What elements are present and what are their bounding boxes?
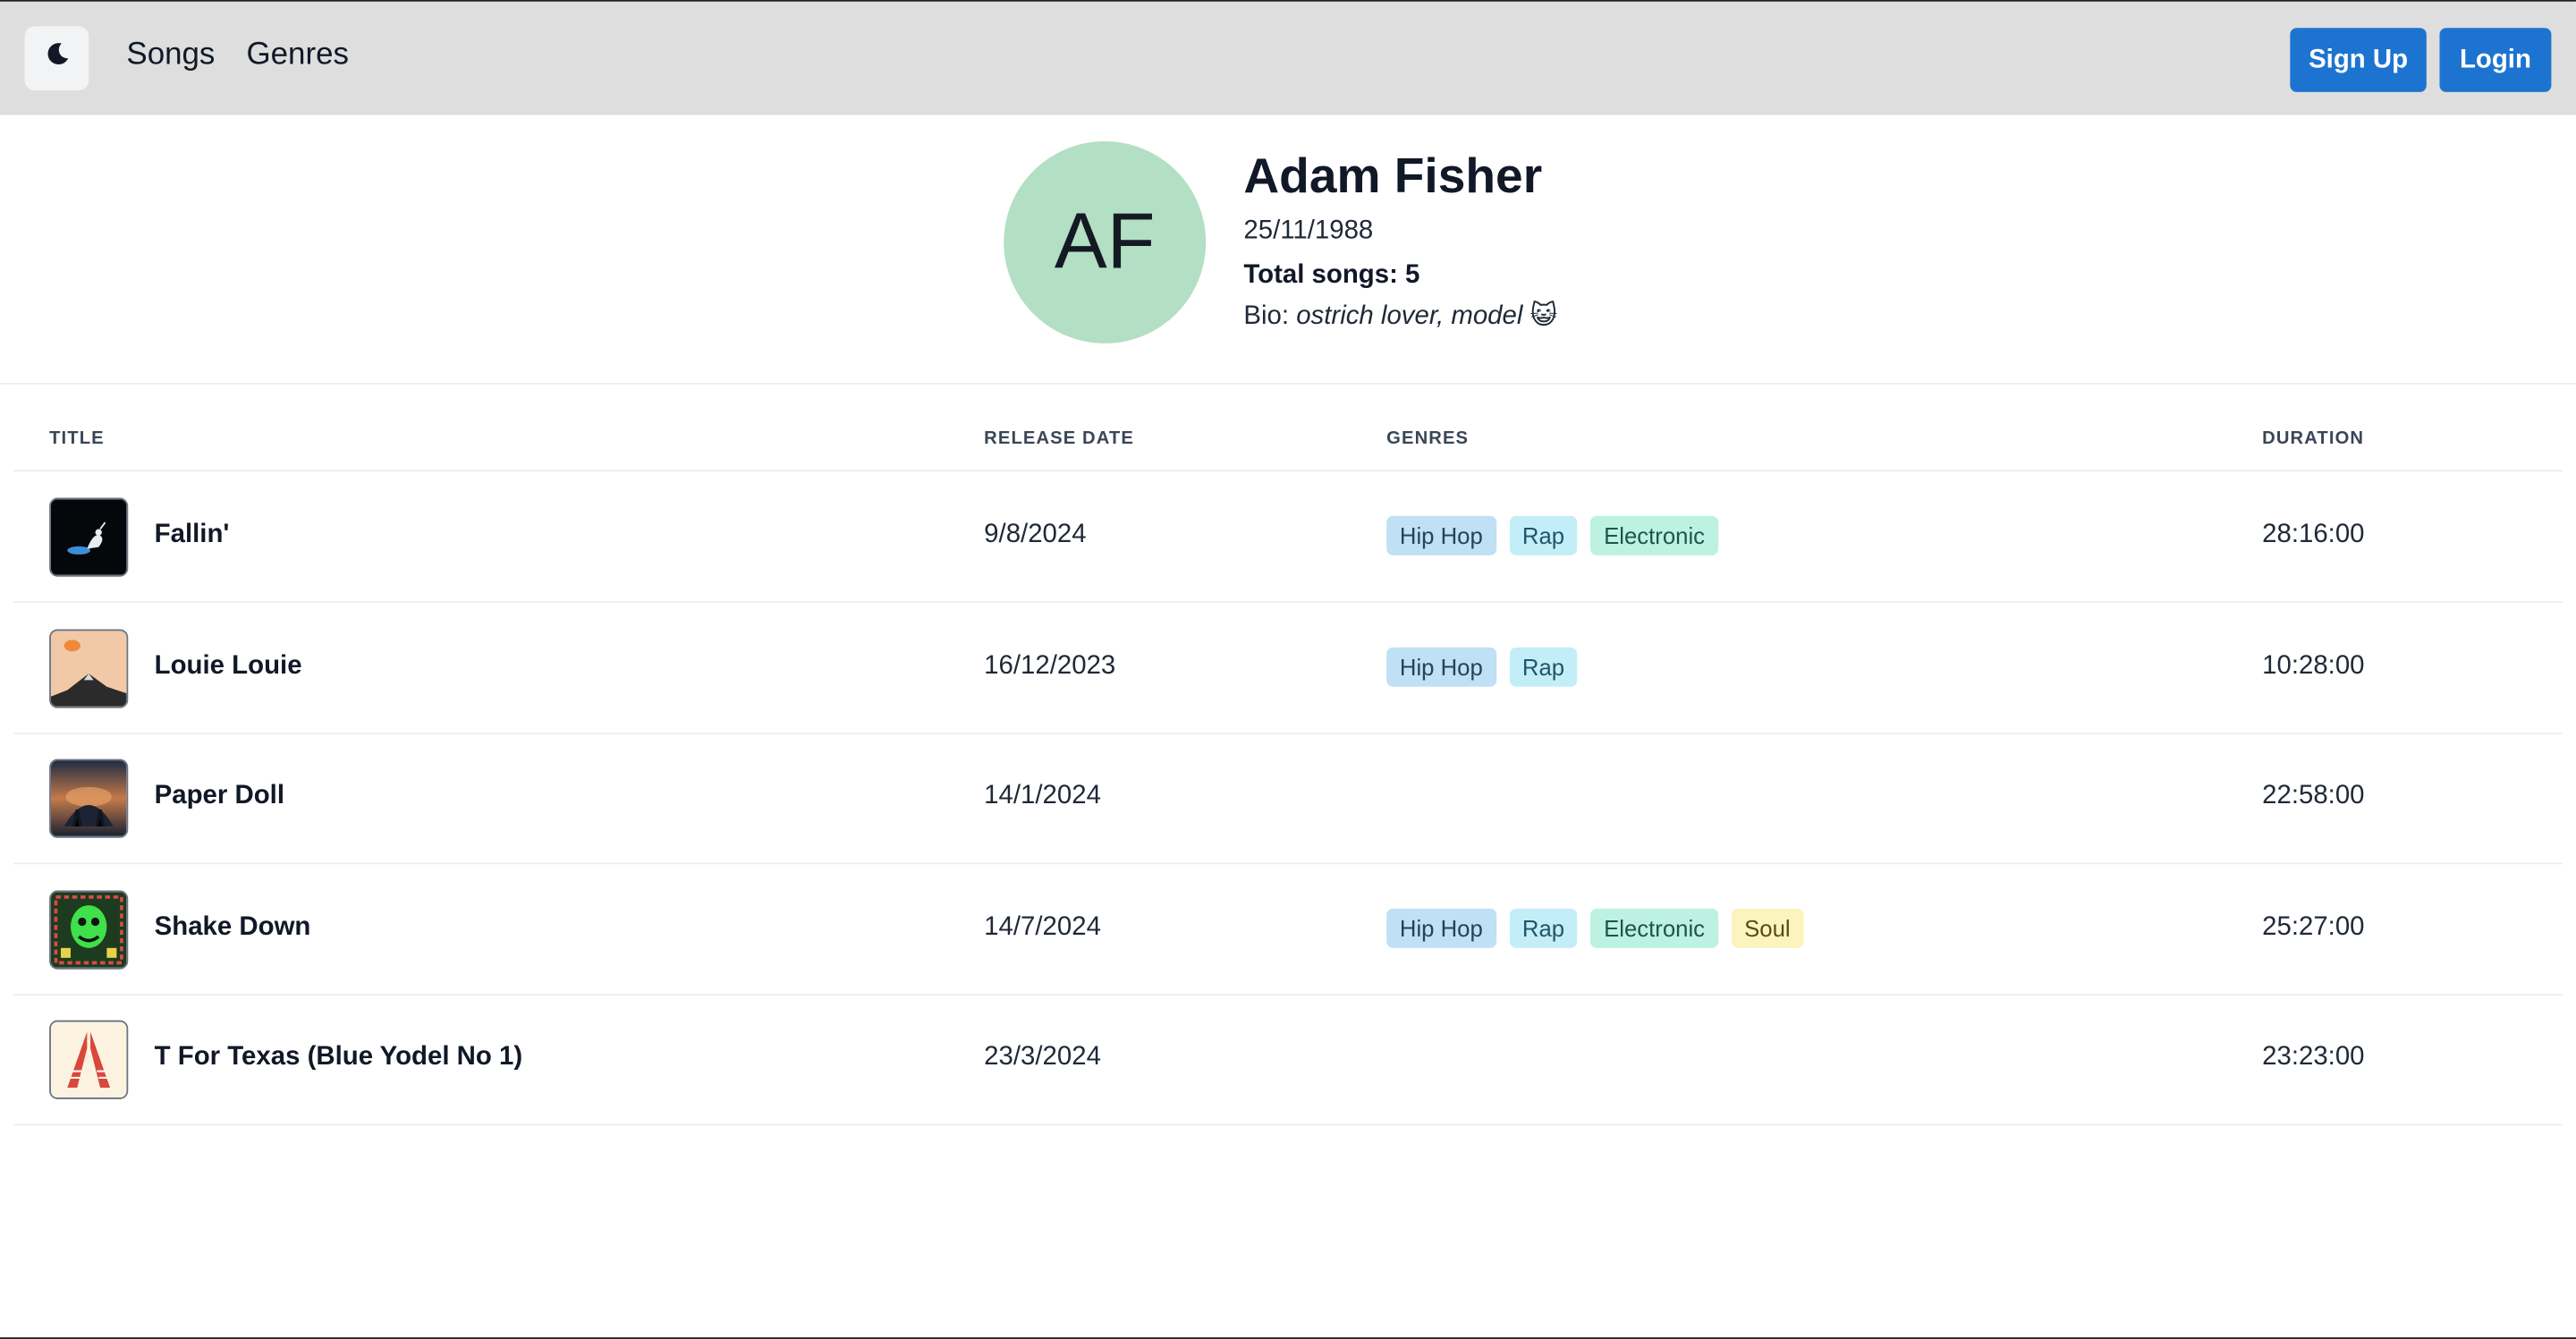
release-date: 9/8/2024	[984, 521, 1087, 549]
genre-tag[interactable]: Hip Hop	[1386, 908, 1496, 948]
bio: Bio: ostrich lover, model 😺	[1243, 299, 1557, 332]
birth-date: 25/11/1988	[1243, 216, 1374, 245]
song-title[interactable]: Shake Down	[155, 913, 311, 943]
song-cover-image	[49, 629, 129, 708]
login-button[interactable]: Login	[2439, 28, 2552, 92]
artist-name: Adam Fisher	[1243, 149, 1543, 204]
header-release-date: RELEASE DATE	[984, 428, 1134, 449]
table-row[interactable]: Fallin' 9/8/2024 Hip Hop Rap Electronic …	[13, 471, 2563, 604]
table-row[interactable]: Louie Louie 16/12/2023 Hip Hop Rap 10:28…	[13, 603, 2563, 735]
song-cover-image	[49, 758, 129, 838]
genre-tag[interactable]: Soul	[1731, 908, 1804, 948]
table-row[interactable]: Shake Down 14/7/2024 Hip Hop Rap Electro…	[13, 864, 2563, 996]
release-date: 14/1/2024	[984, 782, 1101, 810]
release-date: 16/12/2023	[984, 652, 1116, 681]
navbar: Songs Genres Sign Up Login	[0, 1, 2576, 115]
song-title[interactable]: Paper Doll	[155, 782, 284, 811]
table-row[interactable]: T For Texas (Blue Yodel No 1) 23/3/2024 …	[13, 994, 2563, 1126]
song-duration: 22:58:00	[2262, 782, 2365, 810]
table-header: TITLE RELEASE DATE GENRES DURATION	[13, 383, 2563, 472]
song-cover-image	[49, 1020, 129, 1099]
song-cover-image	[49, 890, 129, 970]
bio-label: Bio:	[1243, 301, 1290, 331]
sign-up-button[interactable]: Sign Up	[2290, 28, 2427, 92]
song-title[interactable]: Fallin'	[155, 521, 230, 550]
song-duration: 23:23:00	[2262, 1043, 2365, 1072]
song-duration: 28:16:00	[2262, 521, 2365, 549]
artist-profile: AF Adam Fisher 25/11/1988 Total songs: 5…	[0, 115, 2576, 385]
bio-text: ostrich lover, model 😺	[1296, 301, 1558, 331]
theme-toggle-button[interactable]	[24, 26, 89, 91]
nav-link-genres[interactable]: Genres	[247, 38, 349, 73]
genre-list: Hip Hop Rap Electronic	[1386, 515, 1718, 555]
moon-icon	[44, 41, 70, 76]
header-duration: DURATION	[2262, 428, 2365, 449]
page: Songs Genres Sign Up Login AF Adam Fishe…	[0, 0, 2576, 1339]
genre-tag[interactable]: Rap	[1509, 515, 1578, 555]
genre-list: Hip Hop Rap Electronic Soul	[1386, 908, 1804, 948]
genre-tag[interactable]: Hip Hop	[1386, 647, 1496, 687]
total-songs: Total songs: 5	[1243, 261, 1420, 290]
genre-tag[interactable]: Electronic	[1590, 908, 1718, 948]
genre-list: Hip Hop Rap	[1386, 647, 1578, 687]
song-title[interactable]: T For Texas (Blue Yodel No 1)	[155, 1043, 523, 1072]
release-date: 14/7/2024	[984, 913, 1101, 942]
table-row[interactable]: Paper Doll 14/1/2024 22:58:00	[13, 733, 2563, 865]
header-genres: GENRES	[1386, 428, 1470, 449]
song-duration: 10:28:00	[2262, 652, 2365, 681]
genre-tag[interactable]: Rap	[1509, 647, 1578, 687]
release-date: 23/3/2024	[984, 1043, 1101, 1072]
genre-tag[interactable]: Rap	[1509, 908, 1578, 948]
genre-tag[interactable]: Hip Hop	[1386, 515, 1496, 555]
avatar: AF	[1004, 140, 1207, 343]
song-title[interactable]: Louie Louie	[155, 652, 302, 682]
genre-tag[interactable]: Electronic	[1590, 515, 1718, 555]
song-duration: 25:27:00	[2262, 913, 2365, 942]
nav-link-songs[interactable]: Songs	[126, 38, 215, 73]
header-title: TITLE	[49, 428, 105, 449]
song-cover-image	[49, 497, 129, 577]
